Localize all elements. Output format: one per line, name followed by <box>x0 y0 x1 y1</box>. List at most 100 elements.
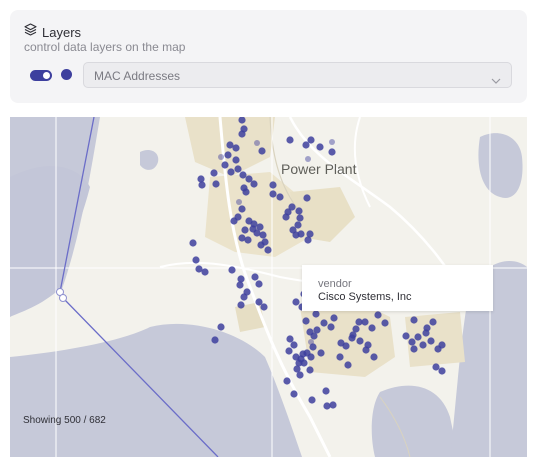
map-point[interactable] <box>370 353 378 361</box>
map-point[interactable] <box>276 193 284 201</box>
map-point[interactable] <box>348 334 356 342</box>
map-point[interactable] <box>286 136 294 144</box>
map-point[interactable] <box>237 301 245 309</box>
map-point[interactable] <box>316 143 324 151</box>
map-point[interactable] <box>227 168 235 176</box>
map-point[interactable] <box>244 236 252 244</box>
map-point[interactable] <box>438 367 446 375</box>
map-point[interactable] <box>410 316 418 324</box>
layer-color-swatch[interactable] <box>61 69 72 80</box>
map-point[interactable] <box>329 139 335 145</box>
map-point[interactable] <box>306 366 314 374</box>
map-point[interactable] <box>255 280 263 288</box>
map-point[interactable] <box>234 165 242 173</box>
map-point[interactable] <box>240 293 248 301</box>
polygon-vertex-handle[interactable] <box>59 294 67 302</box>
map-point[interactable] <box>310 332 318 340</box>
map-point[interactable] <box>374 311 382 319</box>
map-point[interactable] <box>230 217 238 225</box>
map-point[interactable] <box>224 151 232 159</box>
map-point[interactable] <box>201 268 209 276</box>
map-point[interactable] <box>239 171 247 179</box>
map-point[interactable] <box>238 130 246 138</box>
map-point[interactable] <box>236 281 244 289</box>
map-point[interactable] <box>296 214 304 222</box>
map-point[interactable] <box>297 230 305 238</box>
map-point[interactable] <box>221 161 229 169</box>
map-point[interactable] <box>362 346 370 354</box>
map-point[interactable] <box>305 156 311 162</box>
map-point[interactable] <box>320 319 328 327</box>
map-point[interactable] <box>197 175 205 183</box>
map-point[interactable] <box>285 347 293 355</box>
map-point[interactable] <box>408 338 416 346</box>
map-point[interactable] <box>308 339 314 345</box>
map-point[interactable] <box>317 349 325 357</box>
map-point[interactable] <box>232 156 240 164</box>
map-point[interactable] <box>300 359 308 367</box>
layer-visibility-toggle[interactable] <box>30 70 52 81</box>
map-point[interactable] <box>296 371 304 379</box>
map-point[interactable] <box>283 377 291 385</box>
map-point[interactable] <box>429 318 437 326</box>
map-point[interactable] <box>242 188 250 196</box>
map-point[interactable] <box>269 190 277 198</box>
map-point[interactable] <box>322 387 330 395</box>
map-point[interactable] <box>257 241 265 249</box>
map-point[interactable] <box>228 266 236 274</box>
map-point[interactable] <box>251 273 259 281</box>
map-point[interactable] <box>238 205 246 213</box>
map-point[interactable] <box>323 402 331 410</box>
map-point[interactable] <box>282 213 290 221</box>
map-point[interactable] <box>264 246 272 254</box>
map-point[interactable] <box>410 345 418 353</box>
map-point[interactable] <box>344 361 352 369</box>
map-point[interactable] <box>308 396 316 404</box>
map-point[interactable] <box>260 303 268 311</box>
map-point[interactable] <box>286 335 294 343</box>
map-point[interactable] <box>241 226 249 234</box>
map-point[interactable] <box>368 324 376 332</box>
map-point[interactable] <box>236 199 242 205</box>
map-point[interactable] <box>259 231 267 239</box>
map-point[interactable] <box>303 349 311 357</box>
map-point[interactable] <box>218 154 224 160</box>
map-point[interactable] <box>302 141 310 149</box>
map-point[interactable] <box>290 390 298 398</box>
map-point[interactable] <box>217 323 225 331</box>
map-point[interactable] <box>295 207 303 215</box>
map-point[interactable] <box>356 337 364 345</box>
map-point[interactable] <box>290 341 298 349</box>
map-point[interactable] <box>336 353 344 361</box>
map-point[interactable] <box>258 147 266 155</box>
map-point[interactable] <box>250 180 258 188</box>
map-point[interactable] <box>328 148 336 156</box>
map-point[interactable] <box>329 401 337 409</box>
map-point[interactable] <box>402 332 410 340</box>
map-point[interactable] <box>303 194 311 202</box>
map-point[interactable] <box>269 181 277 189</box>
map-point[interactable] <box>189 239 197 247</box>
map-point[interactable] <box>312 310 320 318</box>
map-point[interactable] <box>210 169 218 177</box>
map-point[interactable] <box>327 323 335 331</box>
map-point[interactable] <box>432 363 440 371</box>
map-point[interactable] <box>342 342 350 350</box>
map-point[interactable] <box>427 337 435 345</box>
map-point[interactable] <box>304 236 312 244</box>
map-point[interactable] <box>330 314 338 322</box>
map-point[interactable] <box>198 181 206 189</box>
map-point[interactable] <box>419 341 427 349</box>
map-point[interactable] <box>237 275 245 283</box>
map-point[interactable] <box>414 333 422 341</box>
map-point[interactable] <box>232 144 240 152</box>
map-point[interactable] <box>422 329 430 337</box>
map-point[interactable] <box>302 317 310 325</box>
map-point[interactable] <box>254 140 260 146</box>
layer-field-select[interactable]: MAC Addresses <box>83 62 512 88</box>
map-point[interactable] <box>212 180 220 188</box>
map-canvas[interactable]: Power Plant vendor Cisco Systems, Inc <box>10 117 527 457</box>
map-point[interactable] <box>381 319 389 327</box>
map-point[interactable] <box>192 256 200 264</box>
map-point[interactable] <box>292 298 300 306</box>
